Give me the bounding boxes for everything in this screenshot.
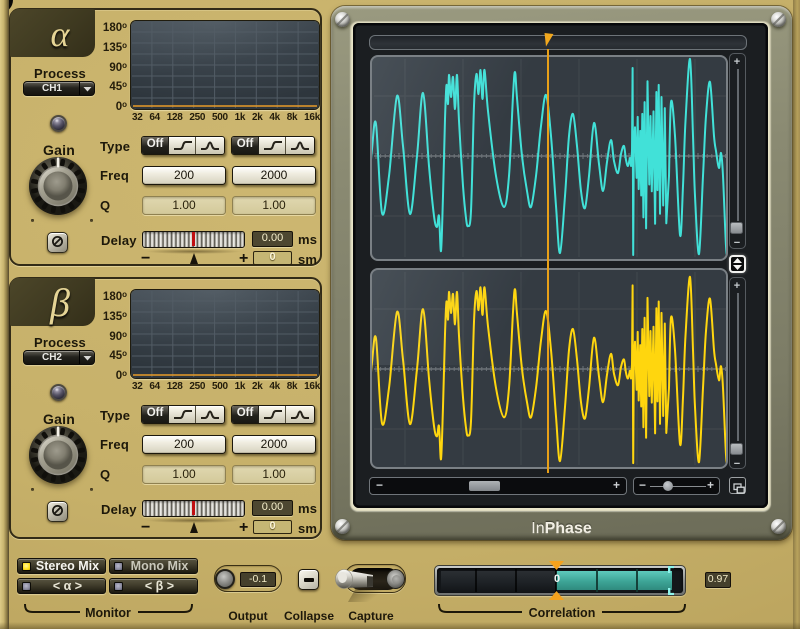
svg-text:Monitor: Monitor xyxy=(85,606,131,620)
svg-text:Correlation: Correlation xyxy=(529,606,596,620)
